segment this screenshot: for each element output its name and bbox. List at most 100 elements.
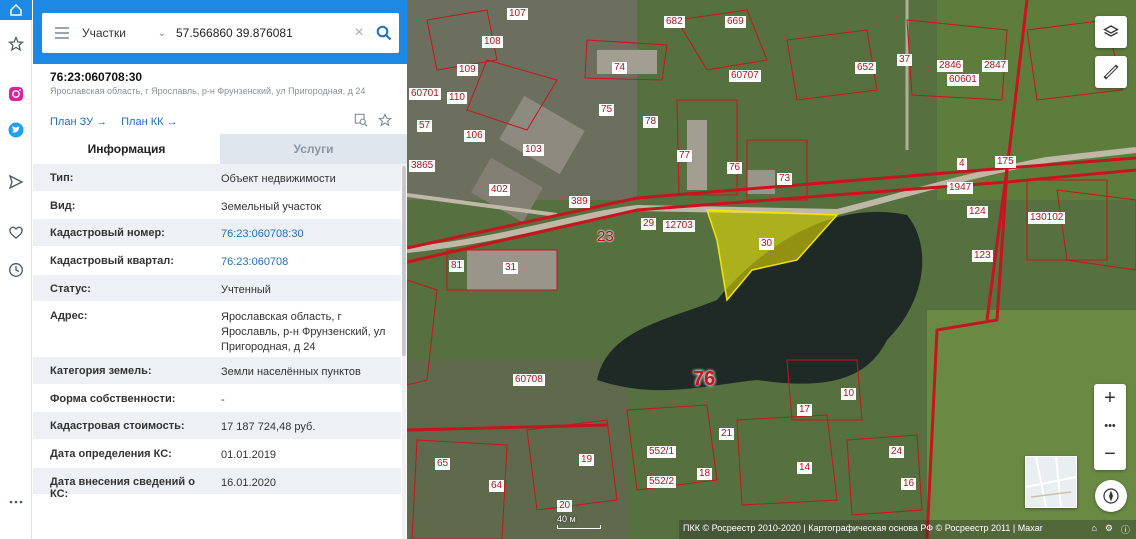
parcel-label[interactable]: 31 [503,262,519,274]
row-label: Дата внесения сведений о КС: [50,476,195,500]
parcel-label[interactable]: 652 [855,62,876,74]
parcel-label[interactable]: 669 [725,16,746,28]
parcel-label[interactable]: 37 [897,54,913,66]
map-attribution: ПКК © Росреестр 2010-2020 | Картографиче… [679,520,1136,539]
plan-kk-link[interactable]: План КК → [121,116,177,128]
zoom-to-object-icon[interactable] [353,112,369,128]
clear-icon[interactable]: × [348,24,370,42]
zoom-out-button[interactable]: − [1094,440,1126,468]
parcel-label[interactable]: 402 [489,184,510,196]
compass-icon [1103,488,1119,504]
parcel-label[interactable]: 2847 [982,60,1009,72]
parcel-label[interactable]: 64 [489,480,505,492]
parcel-label[interactable]: 110 [447,92,467,104]
cadastral-number-link[interactable]: 76:23:060708:30 [204,219,401,246]
parcel-label[interactable]: 130102 [1028,212,1066,224]
parcel-label[interactable]: 552/2 [647,476,677,488]
parcel-label[interactable]: 12703 [663,220,695,232]
scale-label: 40 м [557,514,576,524]
compass-button[interactable] [1095,480,1127,512]
parcel-label[interactable]: 81 [449,260,465,272]
map-view[interactable]: 107 108 109 110 106 103 402 389 74 75 78… [407,0,1136,539]
parcel-label[interactable]: 74 [612,62,628,74]
twitter-icon[interactable] [6,120,26,140]
measure-button[interactable] [1095,56,1127,88]
parcel-label[interactable]: 108 [482,36,503,48]
parcel-label[interactable]: 2846 [937,60,964,72]
parcel-label[interactable]: 75 [599,104,615,116]
send-icon[interactable] [6,172,26,192]
parcel-label[interactable]: 60708 [513,374,545,386]
parcel-label[interactable]: 1947 [947,182,974,194]
more-tools-button[interactable]: ••• [1094,412,1126,440]
more-icon[interactable] [6,492,26,512]
clock-icon[interactable] [6,260,26,280]
parcel-label[interactable]: 4 [957,158,967,170]
row-label: Кадастровый квартал: [50,255,174,267]
parcel-label[interactable]: 21 [719,428,735,440]
parcel-label[interactable]: 19 [579,454,595,466]
parcel-label[interactable]: 552/1 [647,446,677,458]
menu-icon[interactable] [42,13,82,53]
ruler-icon [1103,64,1119,80]
parcel-label[interactable]: 175 [995,156,1016,168]
row-label: Форма собственности: [50,393,176,405]
parcel-label[interactable]: 60601 [947,74,979,86]
parcel-label[interactable]: 14 [797,462,813,474]
parcel-label[interactable]: 107 [507,8,528,20]
parcel-label[interactable]: 60701 [409,88,441,100]
panel-scrollbar[interactable] [402,164,406,539]
table-row: Тип: Объект недвижимости [33,164,401,192]
plan-zu-link[interactable]: План ЗУ → [50,116,107,128]
basemap-switcher[interactable] [1025,456,1077,508]
parcel-label[interactable]: 78 [643,116,659,128]
search-button[interactable] [370,25,398,41]
parcel-label[interactable]: 3865 [409,160,436,172]
row-value: Земельный участок [221,201,322,213]
parcel-label[interactable]: 24 [889,446,905,458]
table-row: Категория земель: Земли населённых пункт… [33,357,401,385]
settings-icon[interactable]: ⚙ [1105,523,1113,536]
parcel-label[interactable]: 65 [435,458,451,470]
parcel-label[interactable]: 30 [759,238,775,250]
parcel-label[interactable]: 29 [641,218,657,230]
parcel-label[interactable]: 18 [697,468,713,480]
tab-info[interactable]: Информация [33,134,220,164]
parcel-label[interactable]: 103 [523,144,544,156]
home-icon[interactable] [0,0,32,20]
parcel-label[interactable]: 123 [972,250,993,262]
parcel-label[interactable]: 77 [677,150,693,162]
cadastral-quarter-link[interactable]: 76:23:060708 [204,247,401,274]
search-input[interactable] [172,26,348,40]
favorite-star-icon[interactable] [377,112,393,128]
instagram-icon[interactable] [6,84,26,104]
parcel-label[interactable]: 389 [569,196,590,208]
home-icon[interactable]: ⌂ [1091,523,1096,536]
tab-services[interactable]: Услуги [220,134,407,164]
parcel-label[interactable]: 106 [464,130,485,142]
parcel-label[interactable]: 20 [557,500,573,512]
heart-icon[interactable] [6,222,26,242]
parcel-label[interactable]: 682 [664,16,685,28]
parcel-label[interactable]: 73 [777,173,793,185]
plan-links: План ЗУ → План КК → [50,116,178,128]
table-row: Статус: Учтенный [33,275,401,302]
parcel-label[interactable]: 17 [797,404,813,416]
parcel-label[interactable]: 10 [841,388,857,400]
parcel-label[interactable]: 76 [727,162,743,174]
parcel-label[interactable]: 16 [901,478,917,490]
parcel-label[interactable]: 57 [417,120,433,132]
layers-button[interactable] [1095,16,1127,48]
table-row: Дата внесения сведений о КС: 16.01.2020 [33,468,401,500]
zoom-in-button[interactable]: + [1094,384,1126,412]
parcel-label[interactable]: 124 [967,206,988,218]
star-icon[interactable] [6,34,26,54]
info-icon[interactable]: ⓘ [1121,523,1130,536]
row-label: Кадастровая стоимость: [50,420,185,432]
row-value: Ярославская область, г Ярославль, р-н Фр… [221,311,386,353]
search-type-select[interactable]: Участки ⌄ [82,26,172,40]
parcel-label[interactable]: 60707 [729,70,761,82]
left-rail [0,0,32,539]
parcel-label[interactable]: 109 [457,64,478,76]
object-tools [353,112,393,128]
